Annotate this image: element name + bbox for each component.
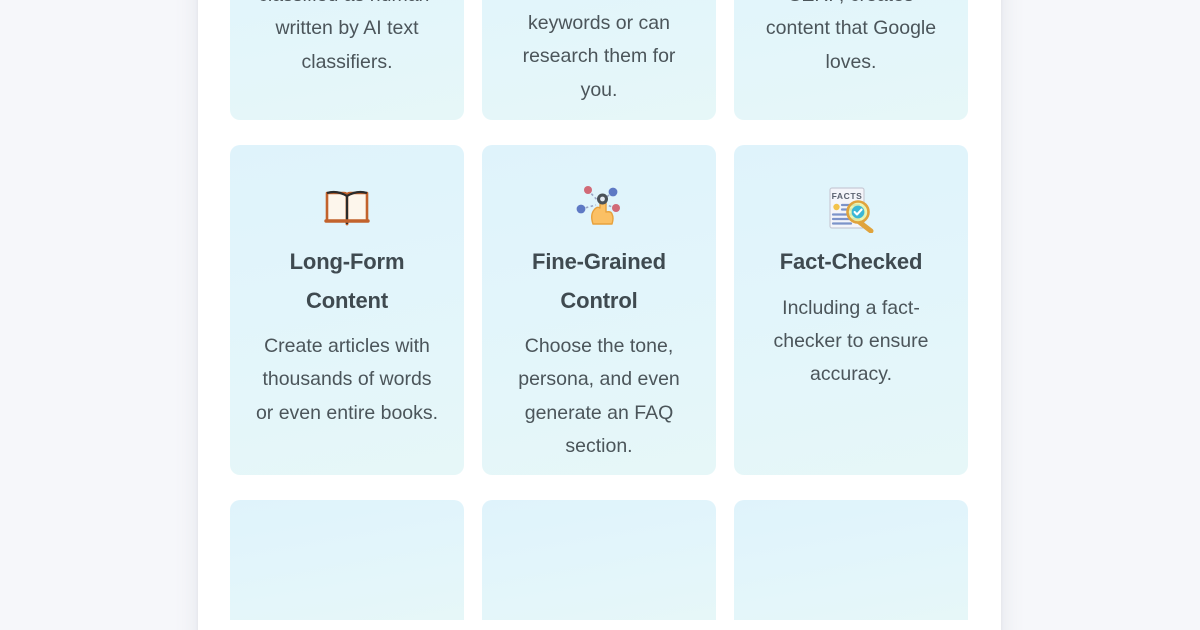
feature-card-partial-2[interactable] — [482, 500, 716, 620]
facts-icon-label: FACTS — [832, 191, 863, 201]
feature-title: Long-Form Content — [289, 249, 405, 313]
feature-card-human-like[interactable]: Like Fun to read, classified as human-wr… — [230, 0, 464, 120]
feature-card-seo-keywords[interactable]: AutoWrite incorporates your provided SEO… — [482, 0, 716, 120]
feature-card-fine-grained-control[interactable]: Fine-Grained Control Choose the tone, pe… — [482, 145, 716, 475]
feature-description: Scrapes Google SERP, creates content tha… — [765, 0, 937, 73]
feature-description: Including a fact-checker to ensure accur… — [773, 296, 929, 386]
feature-card-serp-scraping[interactable]: Scraping Scrapes Google SERP, creates co… — [734, 0, 968, 120]
feature-description: Create articles with thousands of words … — [255, 335, 439, 424]
feature-card-partial-1[interactable] — [230, 500, 464, 620]
feature-title: Fact-Checked — [779, 249, 923, 274]
feature-description: Fun to read, classified as human-written… — [258, 0, 436, 73]
page-root: Like Fun to read, classified as human-wr… — [0, 0, 1200, 630]
hand-network-control-icon — [572, 185, 626, 233]
facts-magnifier-icon: FACTS — [825, 185, 877, 233]
feature-card-partial-3[interactable] — [734, 500, 968, 620]
feature-title: Fine-Grained Control — [532, 249, 666, 313]
open-book-icon — [324, 185, 370, 233]
content-panel: Like Fun to read, classified as human-wr… — [198, 0, 1001, 630]
feature-card-fact-checked[interactable]: FACTS Fact-Checked Including a fact-chec… — [734, 145, 968, 475]
feature-description: AutoWrite incorporates your provided SEO… — [522, 0, 676, 101]
features-grid: Like Fun to read, classified as human-wr… — [230, 0, 969, 620]
feature-card-long-form-content[interactable]: Long-Form Content Create articles with t… — [230, 145, 464, 475]
feature-description: Choose the tone, persona, and even gener… — [518, 335, 680, 458]
